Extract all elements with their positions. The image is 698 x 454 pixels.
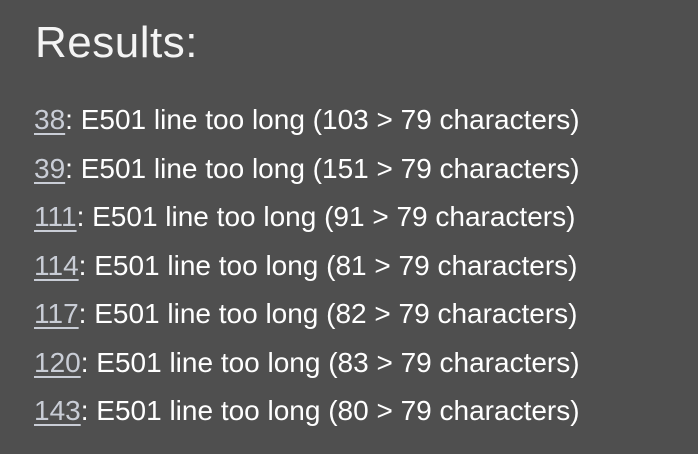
line-number-link[interactable]: 143 xyxy=(34,395,81,426)
result-message: : E501 line too long (91 > 79 characters… xyxy=(76,201,576,232)
result-item: 111: E501 line too long (91 > 79 charact… xyxy=(34,193,580,242)
result-message: : E501 line too long (83 > 79 characters… xyxy=(80,346,580,378)
line-number-link[interactable]: 120 xyxy=(34,347,81,378)
result-message: : E501 line too long (103 > 79 character… xyxy=(65,104,580,135)
result-item: 114: E501 line too long (81 > 79 charact… xyxy=(34,242,580,291)
result-message: : E501 line too long (81 > 79 characters… xyxy=(78,249,578,281)
line-number-link[interactable]: 39 xyxy=(34,153,65,184)
result-item: 120: E501 line too long (83 > 79 charact… xyxy=(34,339,580,388)
result-item: 143: E501 line too long (80 > 79 charact… xyxy=(34,387,580,436)
result-item: 117: E501 line too long (82 > 79 charact… xyxy=(34,290,580,339)
results-list: 38: E501 line too long (103 > 79 charact… xyxy=(34,96,580,436)
result-item: 39: E501 line too long (151 > 79 charact… xyxy=(34,145,580,194)
line-number-link[interactable]: 114 xyxy=(34,250,79,281)
result-message: : E501 line too long (80 > 79 characters… xyxy=(80,395,580,426)
line-number-link[interactable]: 111 xyxy=(34,201,77,232)
results-heading: Results: xyxy=(35,18,198,67)
line-number-link[interactable]: 38 xyxy=(34,104,65,135)
result-message: : E501 line too long (82 > 79 characters… xyxy=(78,298,578,329)
line-number-link[interactable]: 117 xyxy=(34,298,79,329)
result-item: 38: E501 line too long (103 > 79 charact… xyxy=(34,96,580,145)
result-message: : E501 line too long (151 > 79 character… xyxy=(65,152,580,184)
